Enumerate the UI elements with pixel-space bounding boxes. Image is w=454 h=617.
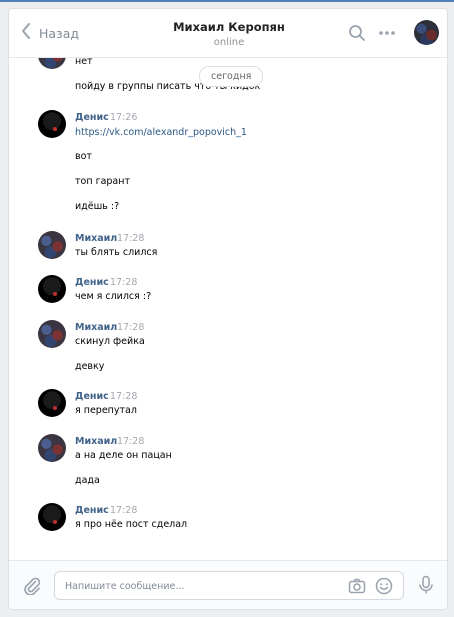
back-button[interactable]: Назад <box>21 23 80 43</box>
interlocutor-avatar[interactable] <box>414 20 439 45</box>
message-text: вот <box>75 151 92 162</box>
more-icon[interactable] <box>377 23 397 43</box>
message-time: 17:28 <box>117 436 145 447</box>
message-link[interactable]: https://vk.com/alexandr_popovich_1 <box>75 127 247 138</box>
back-label: Назад <box>39 25 80 41</box>
search-icon[interactable] <box>347 23 367 43</box>
chat-title-block: Михаил Керопян online <box>129 20 329 48</box>
chevron-left-icon <box>21 23 31 43</box>
avatar[interactable] <box>38 503 66 531</box>
online-status: online <box>213 37 245 48</box>
message-text: скинул фейка <box>75 336 145 347</box>
smile-icon[interactable] <box>375 577 393 595</box>
message-text: девку <box>75 361 105 372</box>
avatar[interactable] <box>38 434 66 462</box>
message-text: нет <box>75 58 93 67</box>
camera-icon[interactable] <box>348 577 366 595</box>
message-time: 17:28 <box>110 277 138 288</box>
message-author[interactable]: Денис <box>75 112 109 123</box>
paperclip-icon[interactable] <box>22 575 42 596</box>
chat-header: Назад Михаил Керопян online <box>9 9 447 58</box>
message-history: сегодня нет пойду в группы писать что ты… <box>9 58 447 560</box>
message-input-box <box>54 571 404 600</box>
avatar[interactable] <box>38 110 66 138</box>
message-author[interactable]: Михаил <box>75 233 117 244</box>
message-text: идёшь :? <box>75 201 120 212</box>
message-text: я про нёе пост сделал <box>75 519 188 530</box>
message-author[interactable]: Денис <box>75 277 109 288</box>
chat-title[interactable]: Михаил Керопян <box>129 20 329 34</box>
message-input[interactable] <box>65 577 335 595</box>
message-text: а на деле он пацан <box>75 450 172 461</box>
message-composer <box>9 560 447 609</box>
message-time: 17:28 <box>117 322 145 333</box>
message-author[interactable]: Михаил <box>75 322 117 333</box>
message-text: чем я слился :? <box>75 291 152 302</box>
message-text: дада <box>75 475 100 486</box>
message-author[interactable]: Михаил <box>75 436 117 447</box>
top-accent-line <box>0 0 454 2</box>
message-text: я перепутал <box>75 405 137 416</box>
message-time: 17:26 <box>110 112 138 123</box>
avatar[interactable] <box>38 58 66 69</box>
message-author[interactable]: Денис <box>75 505 109 516</box>
message-time: 17:28 <box>110 505 138 516</box>
microphone-icon[interactable] <box>417 575 435 595</box>
message-author[interactable]: Денис <box>75 391 109 402</box>
message-text: топ гарант <box>75 176 130 187</box>
avatar[interactable] <box>38 389 66 417</box>
chat-panel: Назад Михаил Керопян online сегодня нет … <box>8 8 448 610</box>
message-text: ты блять слился <box>75 247 158 258</box>
avatar[interactable] <box>38 275 66 303</box>
avatar[interactable] <box>38 231 66 259</box>
message-time: 17:28 <box>117 233 145 244</box>
date-divider: сегодня <box>199 66 264 87</box>
avatar[interactable] <box>38 320 66 348</box>
message-time: 17:28 <box>110 391 138 402</box>
